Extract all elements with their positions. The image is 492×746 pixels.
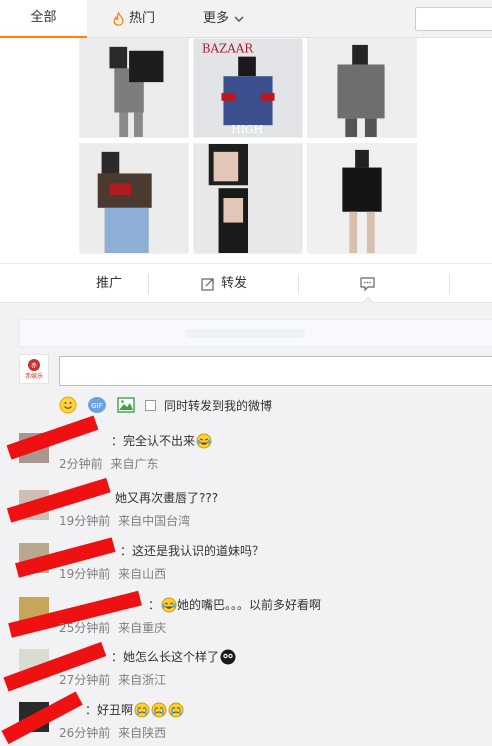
crying-emoji-icon	[168, 702, 184, 718]
divider	[449, 274, 450, 294]
tab-hot-label: 热门	[129, 11, 156, 26]
comment-icon	[360, 277, 375, 291]
post-action-bar: 推广 转发	[0, 263, 492, 303]
comment-text: ：好丑啊	[85, 702, 184, 718]
image-icon[interactable]	[117, 397, 135, 413]
comment-time: 27分钟前	[59, 673, 111, 687]
avatar-brand-text: 赤娱乐	[25, 372, 43, 380]
shocked-emoji-icon	[220, 649, 236, 665]
post-photo-6[interactable]	[307, 143, 417, 254]
comment-item: ： 她的嘴巴。。。以前多好看啊 25分钟前 来自重庆	[8, 590, 489, 647]
comment-source: 来自山西	[118, 567, 167, 581]
comment-meta: 19分钟前 来自中国台湾	[59, 512, 190, 529]
svg-text:HIGH: HIGH	[231, 123, 263, 136]
tab-more-label: 更多	[203, 11, 230, 26]
post-image-grid: BAZAAR HIGH	[79, 38, 419, 254]
magazine-cover-photo-icon: BAZAAR HIGH	[194, 39, 302, 137]
promote-label: 推广	[96, 276, 123, 291]
forward-button[interactable]: 转发	[201, 264, 247, 304]
comment-meta: 2分钟前 来自广东	[59, 455, 158, 472]
fashion-photo-icon	[80, 144, 188, 253]
fashion-photo-icon	[308, 144, 416, 253]
comment-source: 来自重庆	[118, 621, 167, 635]
post-photo-4[interactable]	[79, 143, 189, 254]
comment-text: ：她怎么长这个样了	[111, 649, 236, 665]
avatar-logo-icon: 赤 赤娱乐	[25, 359, 43, 380]
post-photo-3[interactable]	[307, 38, 417, 138]
comment-item: ：好丑啊 26分钟前 来自陕西	[1, 691, 489, 746]
comment-source: 来自广东	[110, 457, 159, 471]
comment-item: ：完全认不出来 2分钟前 来自广东	[6, 415, 489, 483]
laugh-cry-emoji-icon	[161, 597, 177, 613]
search-input[interactable]	[415, 7, 492, 31]
fashion-photo-icon	[194, 144, 302, 253]
tab-hot[interactable]: 热门	[112, 0, 155, 38]
comment-body: 她又再次畫唇了???	[115, 491, 219, 505]
comment-meta: 27分钟前 来自浙江	[59, 671, 166, 688]
comment-body: ：完全认不出来	[111, 434, 196, 448]
comment-item: ：这还是我认识的道妹吗？ 19分钟前 来自山西	[15, 537, 489, 593]
crying-emoji-icon	[134, 702, 150, 718]
comment-body: ：这还是我认识的道妹吗？	[120, 544, 265, 558]
comment-source: 来自中国台湾	[118, 514, 191, 528]
comment-item: 她又再次畫唇了??? 19分钟前 来自中国台湾	[6, 477, 489, 540]
comment-text: 她又再次畫唇了???	[115, 490, 218, 506]
comment-text: ： 她的嘴巴。。。以前多好看啊	[148, 597, 321, 613]
fashion-photo-icon	[80, 39, 188, 137]
feed-tab-bar: 全部 热门 更多	[0, 0, 492, 38]
forward-to-weibo-label: 同时转发到我的微博	[164, 398, 273, 413]
promote-button[interactable]: 推广	[96, 264, 122, 304]
comment-notice-bar	[19, 319, 492, 347]
divider	[298, 274, 299, 294]
comment-time: 19分钟前	[59, 567, 111, 581]
comment-time: 19分钟前	[59, 514, 111, 528]
tab-more[interactable]: 更多	[203, 0, 244, 38]
comment-section: 赤 赤娱乐 GIF 同时转发到我的微博 ：完全认不出来 2分钟前 来自广东 她又…	[0, 303, 492, 746]
fire-icon	[113, 12, 124, 26]
compose-tools: GIF 同时转发到我的微博	[59, 394, 272, 416]
svg-text:赤: 赤	[31, 363, 37, 370]
comment-colon: ：	[148, 598, 161, 612]
comment-time: 26分钟前	[59, 726, 111, 740]
crying-emoji-icon	[151, 702, 167, 718]
svg-text:BAZAAR: BAZAAR	[202, 42, 254, 56]
forward-icon	[201, 278, 214, 291]
forward-to-weibo-checkbox[interactable]	[145, 399, 156, 411]
comment-text: ：完全认不出来	[111, 433, 212, 449]
post-photo-2[interactable]: BAZAAR HIGH	[193, 38, 303, 138]
forward-label: 转发	[221, 276, 248, 291]
fashion-photo-icon	[308, 39, 416, 137]
comment-text: ：这还是我认识的道妹吗？	[120, 543, 264, 559]
tab-all[interactable]: 全部	[0, 0, 87, 38]
comment-time: 25分钟前	[59, 621, 111, 635]
post-photo-1[interactable]	[79, 38, 189, 138]
emoji-icon[interactable]	[59, 396, 77, 414]
comment-body: 她的嘴巴。。。以前多好看啊	[177, 598, 322, 612]
comment-meta: 25分钟前 来自重庆	[59, 619, 166, 636]
comment-meta: 26分钟前 来自陕西	[59, 724, 166, 741]
notice-text-placeholder	[185, 329, 305, 338]
comment-body: ：好丑啊	[85, 703, 134, 717]
svg-text:GIF: GIF	[91, 402, 103, 410]
comment-body: ：她怎么长这个样了	[111, 650, 220, 664]
comment-source: 来自陕西	[118, 726, 167, 740]
comment-meta: 19分钟前 来自山西	[59, 565, 166, 582]
gif-icon[interactable]: GIF	[87, 396, 107, 414]
divider	[148, 274, 149, 294]
comment-source: 来自浙江	[118, 673, 167, 687]
chevron-down-icon	[234, 15, 244, 22]
laugh-cry-emoji-icon	[196, 433, 212, 449]
current-user-avatar[interactable]: 赤 赤娱乐	[19, 354, 49, 384]
post-photo-5[interactable]	[193, 143, 303, 254]
comment-time: 2分钟前	[59, 457, 103, 471]
comment-input[interactable]	[59, 356, 492, 386]
comment-item: ：她怎么长这个样了 27分钟前 来自浙江	[3, 641, 489, 699]
